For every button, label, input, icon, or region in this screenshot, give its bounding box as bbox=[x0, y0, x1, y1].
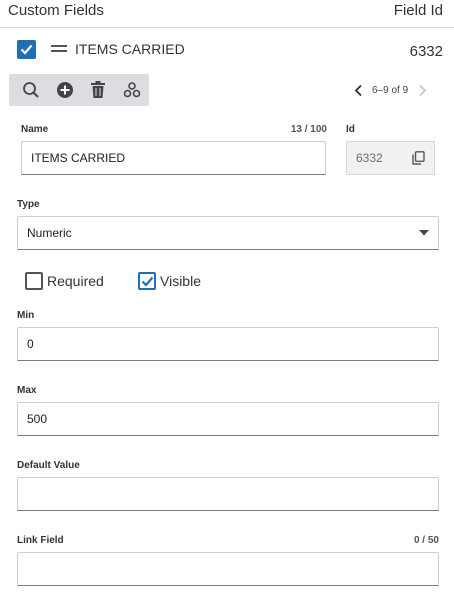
type-label: Type bbox=[17, 199, 40, 210]
min-field-value: 0 bbox=[27, 337, 34, 351]
add-circle-icon bbox=[56, 82, 73, 98]
link-field-char-counter: 0 / 50 bbox=[413, 535, 439, 546]
id-label: Id bbox=[346, 124, 355, 135]
name-field-value: ITEMS CARRIED bbox=[31, 151, 126, 165]
type-select[interactable]: Numeric bbox=[17, 216, 439, 250]
required-option[interactable]: Required bbox=[25, 272, 104, 290]
row-field-name: ITEMS CARRIED bbox=[75, 41, 185, 57]
next-page-button[interactable] bbox=[413, 80, 431, 100]
type-select-value: Numeric bbox=[27, 226, 72, 240]
required-checkbox[interactable] bbox=[25, 272, 43, 290]
required-label: Required bbox=[47, 273, 104, 289]
id-field-value: 6332 bbox=[356, 151, 383, 165]
max-field[interactable]: 500 bbox=[17, 402, 439, 436]
field-toolbar bbox=[9, 74, 149, 106]
visible-label: Visible bbox=[160, 273, 201, 289]
trash-icon bbox=[91, 81, 106, 98]
delete-button[interactable] bbox=[82, 74, 116, 106]
pagination: 6–9 of 9 bbox=[349, 80, 431, 100]
max-label: Max bbox=[17, 385, 37, 396]
page-title: Custom Fields bbox=[8, 2, 104, 19]
search-icon bbox=[22, 82, 39, 98]
name-label: Name bbox=[21, 124, 49, 135]
name-char-counter: 13 / 100 bbox=[290, 124, 327, 135]
page-count: 6–9 of 9 bbox=[372, 84, 409, 96]
min-field[interactable]: 0 bbox=[17, 327, 439, 361]
custom-field-row[interactable]: ITEMS CARRIED 6332 bbox=[0, 28, 454, 72]
copy-icon[interactable] bbox=[412, 151, 425, 165]
link-field-label: Link Field bbox=[17, 535, 64, 546]
drag-handle-icon[interactable] bbox=[51, 45, 67, 54]
add-field-button[interactable] bbox=[48, 74, 82, 106]
default-value-field[interactable] bbox=[17, 477, 439, 511]
field-id-column-header: Field Id bbox=[393, 2, 443, 19]
custom-fields-header: Custom Fields Field Id bbox=[0, 0, 454, 28]
row-select-checkbox[interactable] bbox=[17, 40, 36, 59]
chevron-right-icon bbox=[419, 84, 426, 96]
max-field-value: 500 bbox=[27, 412, 48, 426]
name-field[interactable]: ITEMS CARRIED bbox=[21, 141, 326, 175]
chevron-left-icon bbox=[354, 84, 362, 96]
row-field-id: 6332 bbox=[409, 43, 443, 60]
settings-icon bbox=[123, 82, 141, 98]
id-field: 6332 bbox=[346, 141, 435, 175]
default-value-label: Default Value bbox=[17, 460, 80, 471]
link-field-input[interactable] bbox=[17, 552, 439, 586]
previous-page-button[interactable] bbox=[349, 80, 367, 100]
dropdown-arrow-icon bbox=[419, 230, 429, 236]
search-button[interactable] bbox=[14, 74, 48, 106]
checkmark-icon bbox=[141, 276, 153, 287]
visible-option[interactable]: Visible bbox=[138, 272, 201, 290]
visible-checkbox[interactable] bbox=[138, 272, 156, 290]
min-label: Min bbox=[17, 310, 35, 321]
checkmark-icon bbox=[20, 44, 33, 55]
settings-button[interactable] bbox=[115, 74, 149, 106]
